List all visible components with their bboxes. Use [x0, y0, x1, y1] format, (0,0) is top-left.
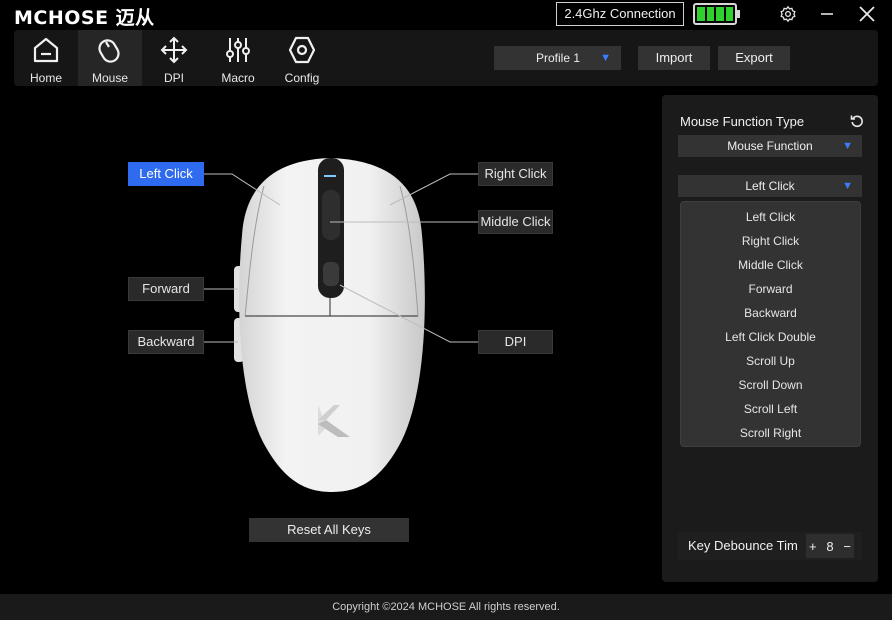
nav-label: DPI — [163, 71, 184, 85]
list-item[interactable]: Scroll Left — [681, 397, 860, 421]
move-arrows-icon — [160, 36, 188, 64]
nav-item-dpi[interactable]: DPI — [142, 30, 206, 86]
function-panel: Mouse Function Type Mouse Function ▼ Lef… — [662, 95, 878, 582]
settings-button[interactable] — [775, 2, 801, 26]
callout-right-click[interactable]: Right Click — [478, 162, 553, 186]
debounce-value: 8 — [826, 538, 834, 554]
nav-item-mouse[interactable]: Mouse — [78, 30, 142, 86]
battery-cell — [716, 7, 724, 21]
debounce-stepper: + 8 − — [806, 534, 854, 558]
refresh-icon — [850, 115, 863, 128]
caret-down-icon: ▼ — [600, 52, 611, 64]
nav-item-macro[interactable]: Macro — [206, 30, 270, 86]
mouse-icon — [98, 39, 120, 63]
list-item[interactable]: Right Click — [681, 229, 860, 253]
k-logo-icon — [318, 405, 350, 437]
list-item[interactable]: Left Click — [681, 205, 860, 229]
scroll-wheel — [322, 190, 340, 240]
footer-copyright: Copyright ©2024 MCHOSE All rights reserv… — [0, 594, 892, 620]
callout-dpi[interactable]: DPI — [478, 330, 553, 354]
function-dropdown[interactable]: Left Click ▼ — [678, 175, 862, 197]
list-item[interactable]: Middle Click — [681, 253, 860, 277]
mouse-body — [239, 158, 425, 492]
battery-cell — [725, 7, 733, 21]
forward-side-button — [234, 266, 244, 312]
function-value: Left Click — [745, 179, 795, 193]
wheel-channel — [318, 158, 344, 298]
battery-indicator — [693, 3, 740, 25]
refresh-button[interactable] — [850, 114, 864, 128]
import-button[interactable]: Import — [638, 46, 710, 70]
connection-status: 2.4Ghz Connection — [556, 2, 684, 26]
caret-down-icon: ▼ — [842, 140, 853, 152]
list-item[interactable]: Scroll Right — [681, 421, 860, 445]
decrement-button[interactable]: − — [843, 539, 851, 554]
nav-label: Macro — [221, 71, 255, 85]
backward-side-button — [234, 318, 244, 362]
callout-backward[interactable]: Backward — [128, 330, 204, 354]
list-item[interactable]: Backward — [681, 301, 860, 325]
debounce-row: Key Debounce Tim + 8 − — [678, 532, 862, 560]
increment-button[interactable]: + — [809, 539, 817, 554]
nav-item-home[interactable]: Home — [14, 30, 78, 86]
profile-select[interactable]: Profile 1 ▼ — [494, 46, 621, 70]
reset-all-keys-button[interactable]: Reset All Keys — [249, 518, 409, 542]
gear-icon — [780, 5, 796, 23]
list-item[interactable]: Scroll Up — [681, 349, 860, 373]
function-type-dropdown[interactable]: Mouse Function ▼ — [678, 135, 862, 157]
function-type-value: Mouse Function — [727, 139, 813, 153]
callout-middle-click[interactable]: Middle Click — [478, 210, 553, 234]
panel-title: Mouse Function Type — [680, 114, 805, 129]
hexagon-icon — [288, 36, 316, 64]
callout-left-click[interactable]: Left Click — [128, 162, 204, 186]
close-icon — [859, 6, 875, 22]
dpi-button — [323, 262, 339, 286]
nav-label: Mouse — [91, 71, 129, 85]
profile-value: Profile 1 — [536, 51, 581, 65]
list-item[interactable]: Forward — [681, 277, 860, 301]
list-item[interactable]: Left Click Double — [681, 325, 860, 349]
export-button[interactable]: Export — [718, 46, 790, 70]
minimize-icon — [821, 13, 833, 15]
nav-label: Config — [284, 71, 320, 85]
title-bar: MCHOSE 迈从 2.4Ghz Connection — [0, 0, 892, 29]
home-icon — [33, 37, 59, 63]
function-options-list: Left Click Right Click Middle Click Forw… — [680, 201, 861, 447]
nav-item-config[interactable]: Config — [270, 30, 334, 86]
battery-cell — [706, 7, 714, 21]
callout-forward[interactable]: Forward — [128, 277, 204, 301]
nav-label: Home — [29, 71, 62, 85]
app-logo: MCHOSE 迈从 — [14, 7, 155, 29]
list-item[interactable]: Scroll Down — [681, 373, 860, 397]
debounce-label: Key Debounce Tim — [688, 538, 798, 553]
battery-cell — [697, 7, 705, 21]
minimize-button[interactable] — [814, 2, 840, 26]
caret-down-icon: ▼ — [842, 180, 853, 192]
close-button[interactable] — [854, 2, 880, 26]
sliders-icon — [226, 38, 250, 62]
